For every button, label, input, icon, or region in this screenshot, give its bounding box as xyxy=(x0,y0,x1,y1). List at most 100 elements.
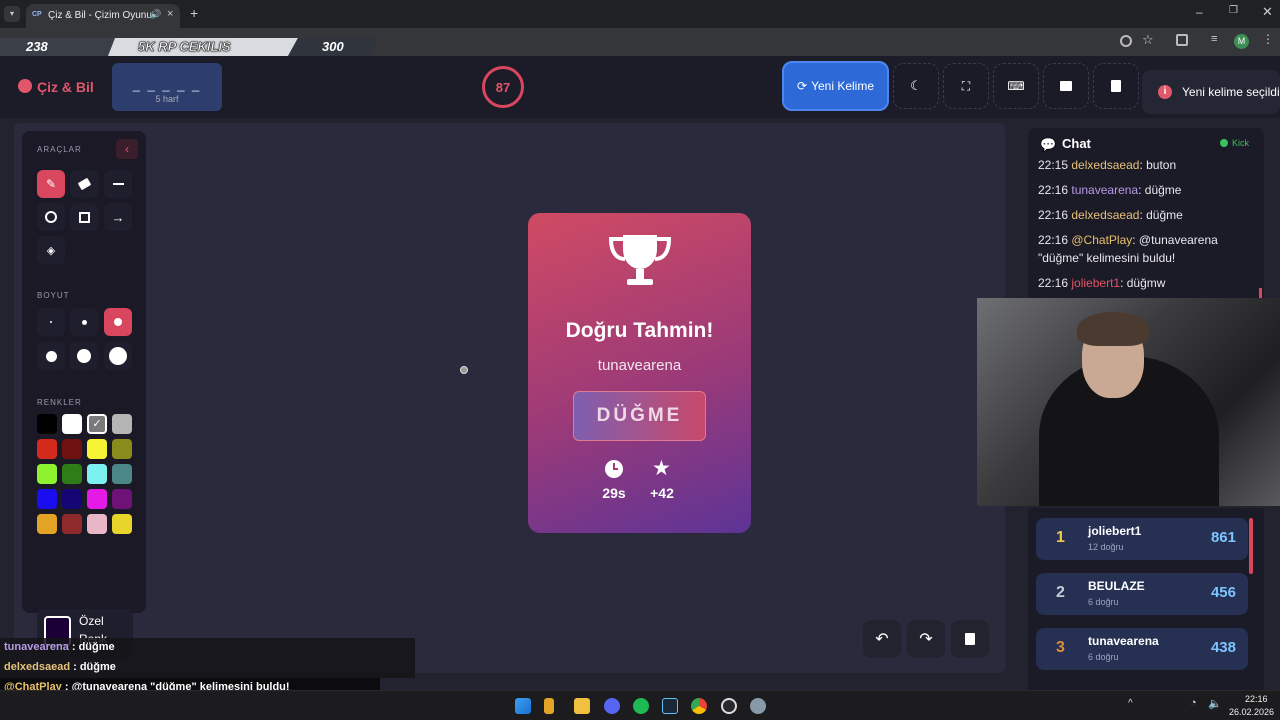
file-explorer-icon[interactable] xyxy=(574,698,590,714)
drawing-canvas[interactable]: ↶ ↷ xyxy=(14,123,1005,673)
size-3[interactable] xyxy=(104,308,132,336)
circle-tool[interactable] xyxy=(37,203,65,231)
clock-time[interactable]: 22:16 xyxy=(1245,694,1268,704)
color-swatch[interactable] xyxy=(112,414,132,434)
line-icon xyxy=(112,183,124,185)
overlay-chat-text: : düğme xyxy=(70,661,116,673)
color-swatch[interactable] xyxy=(37,414,57,434)
overlay-chat-line: tunavearena : düğme xyxy=(0,638,415,658)
color-swatch[interactable] xyxy=(37,439,57,459)
color-swatch[interactable] xyxy=(37,514,57,534)
color-swatch[interactable] xyxy=(112,439,132,459)
color-swatch[interactable] xyxy=(112,464,132,484)
chat-username: delxedsaead xyxy=(1071,158,1140,172)
colors-heading: RENKLER xyxy=(37,398,82,407)
media-control-icon[interactable]: ≡ xyxy=(1211,33,1217,45)
overlay-chat-text: : düğme xyxy=(68,641,115,653)
chat-username: joliebert1 xyxy=(1071,276,1121,290)
size-1[interactable] xyxy=(37,308,65,336)
clear-canvas-button[interactable] xyxy=(951,620,989,658)
card-points: +42 xyxy=(650,485,674,501)
overlay-chat-username: delxedsaead xyxy=(4,661,71,673)
chat-text: "düğme" kelimesini buldu! xyxy=(1038,251,1176,265)
size-4[interactable] xyxy=(37,342,65,370)
window-minimize-icon[interactable]: – xyxy=(1196,5,1203,19)
collapse-panel-button[interactable]: ‹ xyxy=(116,139,138,159)
tab-close-icon[interactable]: × xyxy=(167,8,173,20)
leaderboard-row: 2 BEULAZE 6 doğru 456 xyxy=(1036,573,1248,615)
leaderboard-scrollbar[interactable] xyxy=(1249,518,1253,574)
new-tab-icon[interactable]: + xyxy=(190,5,198,21)
size-5[interactable] xyxy=(70,342,98,370)
app-icon[interactable] xyxy=(544,698,554,714)
spotify-icon[interactable] xyxy=(633,698,649,714)
extensions-icon[interactable] xyxy=(1176,34,1188,46)
size-2[interactable] xyxy=(70,308,98,336)
clear-button[interactable] xyxy=(1093,63,1139,109)
bookmark-star-icon[interactable]: ☆ xyxy=(1142,32,1154,48)
window-close-icon[interactable]: ✕ xyxy=(1262,4,1273,20)
settings-gear-icon[interactable] xyxy=(750,698,766,714)
color-swatch[interactable] xyxy=(87,514,107,534)
fullscreen-button[interactable]: ⛶ xyxy=(943,63,989,109)
rectangle-tool[interactable] xyxy=(70,203,98,231)
chat-timestamp: 22:16 xyxy=(1038,208,1072,222)
tab-list-button[interactable]: ▾ xyxy=(4,6,20,22)
color-swatch[interactable] xyxy=(62,514,82,534)
start-icon[interactable] xyxy=(515,698,531,714)
tools-panel: ARAÇLAR ‹ ✎ → ◈ BOYUT RENKLER ✓ Özel Ren… xyxy=(22,131,146,659)
browser-menu-icon[interactable]: ⋮ xyxy=(1262,32,1274,46)
profile-avatar[interactable]: M xyxy=(1234,34,1249,49)
browser-tab[interactable]: CP Çiz & Bil - Çizim Oyunu 🔊 × xyxy=(26,4,180,28)
color-swatch[interactable] xyxy=(87,439,107,459)
color-swatch[interactable]: ✓ xyxy=(87,414,107,434)
chrome-icon[interactable] xyxy=(691,698,707,714)
color-swatch[interactable] xyxy=(112,489,132,509)
zoom-icon[interactable] xyxy=(1120,35,1132,47)
color-swatch[interactable] xyxy=(62,414,82,434)
keyboard-button[interactable]: ⌨ xyxy=(993,63,1039,109)
card-time: 29s xyxy=(602,485,626,501)
size-6[interactable] xyxy=(104,342,132,370)
undo-button[interactable]: ↶ xyxy=(863,620,901,658)
color-swatch[interactable] xyxy=(62,439,82,459)
tray-chevron-icon[interactable]: ^ xyxy=(1128,698,1133,709)
streamer-hair xyxy=(1077,312,1149,346)
brush-tool[interactable]: ✎ xyxy=(37,170,65,198)
arrow-tool[interactable]: → xyxy=(104,203,132,231)
fill-tool[interactable]: ◈ xyxy=(37,236,65,264)
window-restore-icon[interactable]: ❐ xyxy=(1229,5,1238,16)
chat-username: delxedsaead xyxy=(1071,208,1140,222)
eraser-tool[interactable] xyxy=(70,170,98,198)
discord-icon[interactable] xyxy=(604,698,620,714)
color-swatch[interactable] xyxy=(62,464,82,484)
theme-toggle-button[interactable]: ☾ xyxy=(893,63,939,109)
word-length-hint: 5 harf xyxy=(155,94,179,104)
leaderboard-name: joliebert1 xyxy=(1088,524,1142,538)
color-swatch[interactable] xyxy=(112,514,132,534)
volume-icon[interactable]: 🔈 xyxy=(1208,697,1222,710)
steam-icon[interactable] xyxy=(662,698,678,714)
arrow-right-icon: → xyxy=(111,209,125,225)
clock-date[interactable]: 26.02.2026 xyxy=(1229,707,1274,717)
color-swatch[interactable] xyxy=(62,489,82,509)
line-tool[interactable] xyxy=(104,170,132,198)
tab-audio-icon[interactable]: 🔊 xyxy=(150,9,161,20)
color-swatch[interactable] xyxy=(37,489,57,509)
leaderboard-row: 1 joliebert1 12 doğru 861 xyxy=(1036,518,1248,560)
network-icon[interactable]: ◔ xyxy=(1190,697,1197,709)
stream-overlay-banner: 238 5K RP CEKILIS 300 xyxy=(0,38,380,56)
color-swatch[interactable] xyxy=(87,464,107,484)
cursor-dot xyxy=(460,366,468,374)
redo-button[interactable]: ↷ xyxy=(907,620,945,658)
obs-icon[interactable] xyxy=(721,698,737,714)
chat-timestamp: 22:16 xyxy=(1038,233,1072,247)
color-swatch[interactable] xyxy=(37,464,57,484)
moon-icon: ☾ xyxy=(910,78,922,93)
game-app: Çiz & Bil _ _ _ _ _ 5 harf 87 ⟳ Yeni Kel… xyxy=(0,56,1280,690)
size-dot xyxy=(45,350,57,362)
color-swatch[interactable] xyxy=(87,489,107,509)
info-icon: i xyxy=(1158,85,1172,99)
archive-button[interactable] xyxy=(1043,63,1089,109)
new-word-button[interactable]: ⟳ Yeni Kelime xyxy=(782,61,889,111)
